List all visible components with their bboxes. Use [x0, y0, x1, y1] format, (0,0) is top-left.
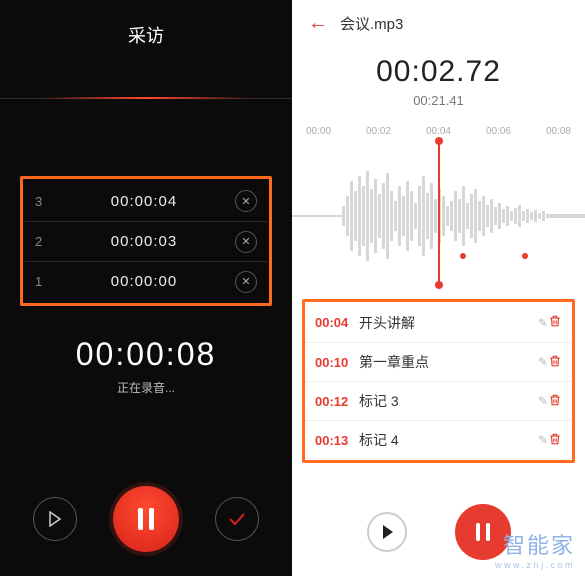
axis-tick: 00:02	[366, 126, 391, 137]
axis-tick: 00:04	[426, 126, 451, 137]
recorder-title: 采访	[0, 0, 292, 64]
axis-tick: 00:08	[546, 126, 571, 137]
mark-row[interactable]: 1 00:00:00 ✕	[25, 261, 267, 301]
recorder-controls	[0, 486, 292, 552]
pause-button[interactable]	[455, 504, 511, 560]
bookmark-row[interactable]: 00:04 开头讲解 ✎	[305, 303, 572, 342]
pause-icon	[476, 523, 490, 541]
player-total-time: 00:21.41	[292, 93, 585, 108]
bookmark-row[interactable]: 00:12 标记 3 ✎	[305, 381, 572, 420]
pause-record-button[interactable]	[113, 486, 179, 552]
trash-icon[interactable]	[548, 314, 562, 331]
player-filename: 会议.mp3	[340, 13, 403, 34]
player-screen: ← 会议.mp3 00:02.72 00:21.41 00:00 00:02 0…	[292, 0, 585, 576]
bookmark-row[interactable]: 00:10 第一章重点 ✎	[305, 342, 572, 381]
player-header: ← 会议.mp3	[292, 0, 585, 39]
axis-tick: 00:06	[486, 126, 511, 137]
bookmark-time: 00:04	[315, 315, 359, 330]
bookmark-label: 标记 3	[359, 391, 532, 411]
mark-time: 00:00:00	[53, 273, 235, 290]
edit-icon[interactable]: ✎	[538, 394, 548, 408]
bookmark-marker-icon[interactable]	[460, 253, 466, 259]
mark-row[interactable]: 2 00:00:03 ✕	[25, 221, 267, 261]
done-button[interactable]	[215, 497, 259, 541]
delete-mark-icon[interactable]: ✕	[235, 190, 257, 212]
trash-icon[interactable]	[548, 432, 562, 449]
player-waveform[interactable]	[292, 141, 585, 291]
mark-index: 1	[35, 274, 53, 289]
bookmark-label: 开头讲解	[359, 313, 532, 333]
edit-icon[interactable]: ✎	[538, 316, 548, 330]
edit-icon[interactable]: ✎	[538, 433, 548, 447]
play-icon	[380, 524, 394, 540]
mark-index: 2	[35, 234, 53, 249]
delete-mark-icon[interactable]: ✕	[235, 271, 257, 293]
playhead[interactable]	[438, 141, 440, 285]
trash-icon[interactable]	[548, 354, 562, 371]
pause-icon	[138, 508, 154, 530]
play-button[interactable]	[33, 497, 77, 541]
recorder-waveform	[0, 68, 292, 128]
bookmark-label: 第一章重点	[359, 352, 532, 372]
mark-index: 3	[35, 194, 53, 209]
play-icon	[48, 511, 62, 527]
check-icon	[228, 512, 246, 526]
delete-mark-icon[interactable]: ✕	[235, 231, 257, 253]
mark-row[interactable]: 3 00:00:04 ✕	[25, 181, 267, 221]
edit-icon[interactable]: ✎	[538, 355, 548, 369]
recorder-status: 正在录音...	[0, 379, 292, 396]
bookmark-time: 00:13	[315, 433, 359, 448]
axis-tick: 00:00	[306, 126, 331, 137]
recorder-screen: 采访 3 00:00:04 ✕ 2 00:00:03 ✕ 1 00:00:00 …	[0, 0, 292, 576]
bookmark-time: 00:10	[315, 355, 359, 370]
player-current-time: 00:02.72	[292, 55, 585, 89]
bookmark-row[interactable]: 00:13 标记 4 ✎	[305, 420, 572, 459]
mark-time: 00:00:04	[53, 193, 235, 210]
bookmarks-list: 00:04 开头讲解 ✎ 00:10 第一章重点 ✎ 00:12 标记 3 ✎ …	[302, 299, 575, 463]
recorder-elapsed: 00:00:08	[0, 336, 292, 373]
marks-list: 3 00:00:04 ✕ 2 00:00:03 ✕ 1 00:00:00 ✕	[20, 176, 272, 306]
back-icon[interactable]: ←	[308, 12, 328, 35]
play-button[interactable]	[367, 512, 407, 552]
player-controls	[292, 504, 585, 560]
trash-icon[interactable]	[548, 393, 562, 410]
mark-time: 00:00:03	[53, 233, 235, 250]
bookmark-time: 00:12	[315, 394, 359, 409]
bookmark-marker-icon[interactable]	[522, 253, 528, 259]
watermark-url: www.znj.com	[495, 560, 575, 570]
bookmark-label: 标记 4	[359, 430, 532, 450]
